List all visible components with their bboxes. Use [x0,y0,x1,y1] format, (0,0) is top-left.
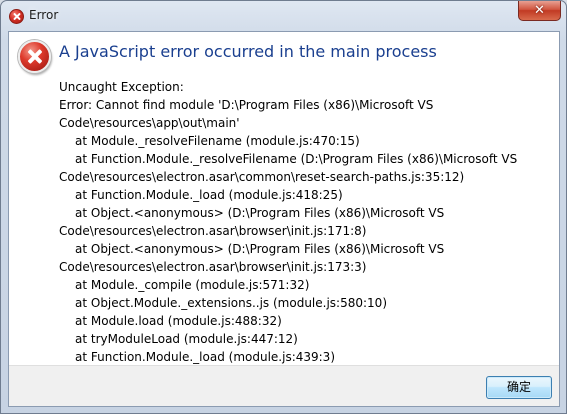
dialog-content: A JavaScript error occurred in the main … [9,32,559,365]
ok-button[interactable]: 确定 [486,376,552,399]
message-line: Code\resources\electron.asar\common\rese… [59,170,465,184]
message-line: at Object.Module._extensions..js (module… [75,296,387,310]
title-error-icon [9,9,24,24]
error-message: Uncaught Exception: Error: Cannot find mo… [59,78,549,366]
window-title: Error [29,8,59,22]
close-button[interactable]: ✕ [518,1,561,21]
message-line: at Function.Module._resolveFilename (D:\… [75,152,518,166]
message-line: at Function.Module._load (module.js:439:… [75,350,335,364]
error-icon [18,40,51,73]
message-line: Code\resources\electron.asar\browser\ini… [59,224,367,238]
error-heading: A JavaScript error occurred in the main … [59,42,437,61]
message-line: Uncaught Exception: [59,80,184,94]
message-line: at Object.<anonymous> (D:\Program Files … [75,242,445,256]
message-line: at Module.load (module.js:488:32) [75,314,282,328]
title-bar[interactable]: Error ✕ [1,1,566,31]
close-icon: ✕ [534,3,545,18]
message-line: at Module._resolveFilename (module.js:47… [75,134,360,148]
dialog-footer: 确定 [9,365,559,406]
message-line: at Function.Module._load (module.js:418:… [75,188,343,202]
message-line: Code\resources\app\out\main' [59,116,240,130]
message-line: at tryModuleLoad (module.js:447:12) [75,332,298,346]
message-line: at Object.<anonymous> (D:\Program Files … [75,206,445,220]
message-line: at Module._compile (module.js:571:32) [75,278,310,292]
dialog-client-area: A JavaScript error occurred in the main … [8,31,560,407]
message-line: Error: Cannot find module 'D:\Program Fi… [59,98,434,112]
error-dialog-window: Error ✕ A JavaScript error occurred in t… [0,0,567,414]
message-line: Code\resources\electron.asar\browser\ini… [59,260,367,274]
